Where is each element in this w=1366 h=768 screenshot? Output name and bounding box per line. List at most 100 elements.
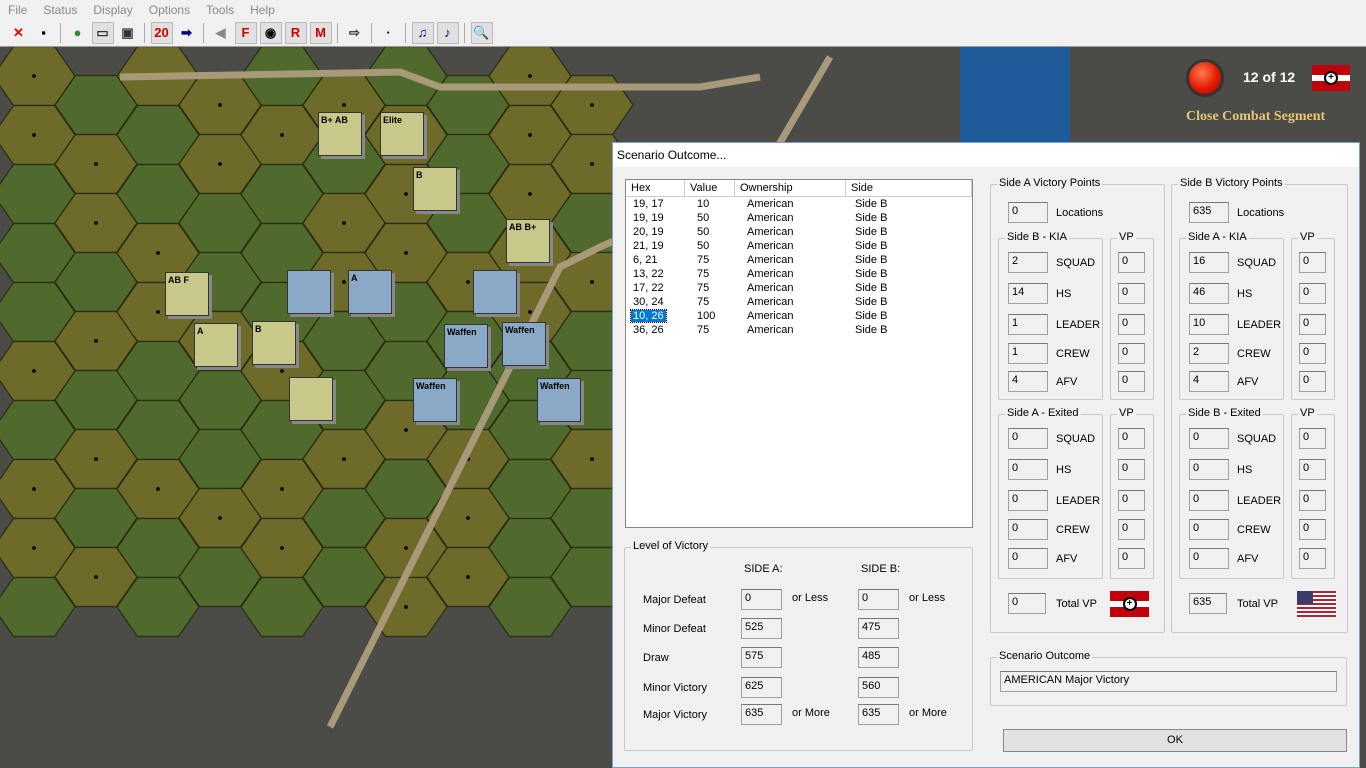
hex-center-dot [342,457,346,461]
victory-level-label: Minor Victory [643,682,707,694]
save-button[interactable]: ▪ [33,22,55,44]
column-header-hex[interactable]: Hex [626,180,685,197]
vp-field: 0 [1118,548,1145,569]
threshold-suffix: or Less [909,592,946,604]
count-field: 0 [1008,548,1048,569]
list-row[interactable]: 17, 22 75 American Side B [626,282,972,296]
save-icon: ▪ [41,25,46,40]
cell-ownership: American [747,254,794,266]
count-field: 0 [1189,459,1229,480]
hex-center-dot [32,369,36,373]
list-row[interactable]: 21, 19 50 American Side B [626,240,972,254]
count-field: 2 [1008,252,1048,273]
window-button[interactable]: ▭ [91,21,114,44]
unit-counter[interactable]: Waffen [502,322,546,366]
move-m-button[interactable]: M [309,21,332,44]
unit-counter[interactable] [287,270,331,314]
unit-counter[interactable]: Waffen [413,378,457,422]
turn-20-icon: 20 [154,25,169,40]
cell-value: 50 [697,226,710,238]
cell-value: 100 [697,310,716,322]
list-row[interactable]: 10, 26 100 American Side B [626,309,972,324]
turn-counter: 12 of 12 [1243,69,1296,85]
close-button[interactable]: ✕ [8,22,30,44]
side-a-threshold: 635 [741,704,782,725]
unit-counter[interactable]: Waffen [537,378,581,422]
group-label: Side B - Exited [1186,407,1263,419]
unit-counter[interactable] [473,270,517,314]
unit-counter[interactable]: Elite [380,112,424,156]
phase-indicator-light[interactable] [1186,59,1224,97]
unit-counter[interactable]: AB F [165,272,209,316]
menu-help[interactable]: Help [242,3,283,17]
toolbar-separator [371,22,372,43]
unit-counter[interactable]: Waffen [444,324,488,368]
hex-center-dot [590,162,594,166]
cell-value: 50 [697,240,710,252]
magnifier-button[interactable]: 🔍 [470,21,493,44]
menu-file[interactable]: File [0,3,35,17]
unit-type-label: HS [1056,464,1072,476]
sound-fx-icon: ♫ [417,25,428,40]
menu-tools[interactable]: Tools [198,3,242,17]
hex-center-dot [404,192,408,196]
cell-hex: 6, 21 [633,254,658,266]
vp-field: 0 [1299,343,1326,364]
count-field: 0 [1008,428,1048,449]
side-b-threshold: 0 [858,589,899,610]
sound-fx-button[interactable]: ♫ [411,21,434,44]
list-row[interactable]: 6, 21 75 American Side B [626,254,972,268]
arrow-right-button[interactable]: ⇨ [344,22,366,44]
next-arrow-icon: ➡ [181,24,192,40]
dot-button[interactable]: · [378,22,400,44]
list-row[interactable]: 30, 24 75 American Side B [626,296,972,310]
list-row[interactable]: 13, 22 75 American Side B [626,268,972,282]
menu-options[interactable]: Options [141,3,198,17]
hex-center-dot [342,221,346,225]
toolbar-separator [464,22,465,43]
globe-button[interactable]: ● [67,22,89,44]
unit-counter[interactable]: A [194,323,238,367]
unit-counter[interactable]: AB B+ [506,219,550,263]
cell-ownership: American [747,226,794,238]
toolbar-separator [337,22,338,43]
fire-f-button[interactable]: F [234,21,257,44]
us-flag-icon [1297,591,1336,617]
unit-counter[interactable]: B [252,321,296,365]
cell-side: Side B [855,254,888,266]
hex-center-dot [528,310,532,314]
vp-field: 0 [1118,519,1145,540]
threshold-suffix: or Less [792,592,829,604]
list-row[interactable]: 20, 19 50 American Side B [626,226,972,240]
list-row[interactable]: 19, 19 50 American Side B [626,212,972,226]
cell-hex: 13, 22 [633,268,664,280]
menu-status[interactable]: Status [35,3,85,17]
unit-counter[interactable]: A [348,270,392,314]
count-field: 0 [1008,459,1048,480]
turn-20-button[interactable]: 20 [150,21,173,44]
unit-counter[interactable]: B+ AB [318,112,362,156]
unit-type-label: SQUAD [1237,433,1277,445]
eye-button[interactable]: ◉ [259,21,282,44]
column-header-ownership[interactable]: Ownership [735,180,846,197]
document-button[interactable]: ▣ [117,22,139,44]
column-header-side[interactable]: Side [846,180,972,197]
unit-counter[interactable] [289,377,333,421]
ok-button[interactable]: OK [1003,729,1347,752]
column-header-value[interactable]: Value [685,180,735,197]
menu-display[interactable]: Display [85,3,140,17]
left-triangle-button[interactable]: ◀ [210,22,232,44]
hex-center-dot [156,487,160,491]
vp-field: 0 [1299,490,1326,511]
objective-hex-list[interactable]: Hex Value Ownership Side 19, 17 10 American Sid… [625,179,973,528]
hex-center-dot [280,369,284,373]
threshold-suffix: or More [909,707,947,719]
german-flag-icon: + [1312,65,1350,91]
music-button[interactable]: ♪ [436,21,459,44]
rout-r-button[interactable]: R [284,21,307,44]
list-row[interactable]: 36, 26 75 American Side B [626,324,972,338]
next-arrow-button[interactable]: ➡ [176,22,198,44]
unit-counter[interactable]: B [413,167,457,211]
cell-value: 50 [697,212,710,224]
list-row[interactable]: 19, 17 10 American Side B [626,198,972,212]
